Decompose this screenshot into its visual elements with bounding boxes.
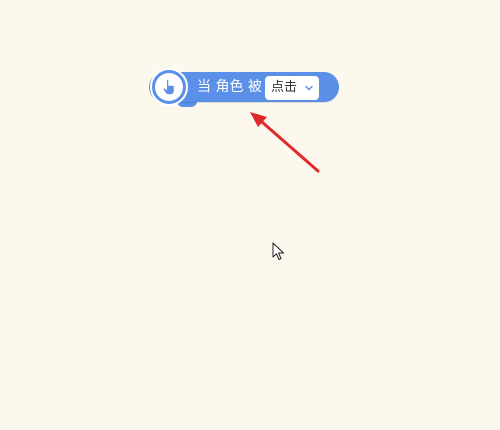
dropdown-selected-value: 点击	[271, 80, 298, 95]
pointer-hand-icon	[163, 79, 174, 95]
chevron-down-icon	[305, 85, 313, 91]
when-sprite-clicked-block[interactable]: 当 角色 被 点击	[149, 68, 339, 107]
script-canvas[interactable]: 当 角色 被 点击	[0, 0, 500, 430]
event-icon-badge	[150, 68, 188, 106]
red-arrow-icon	[250, 112, 320, 173]
event-type-dropdown[interactable]: 点击	[265, 76, 319, 100]
event-icon-inner	[155, 73, 183, 101]
block-label: 当 角色 被	[197, 79, 262, 95]
mouse-pointer-icon	[272, 242, 284, 260]
